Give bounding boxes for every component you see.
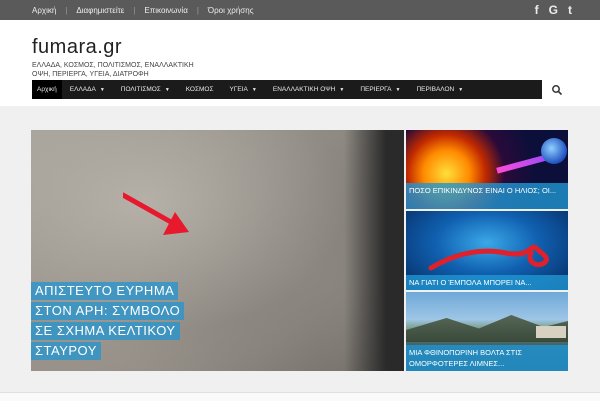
- red-arrow-graphic: [123, 192, 189, 235]
- google-plus-icon[interactable]: G: [549, 0, 558, 20]
- facebook-icon[interactable]: f: [535, 0, 539, 20]
- nav-item-health[interactable]: ΥΓΕΙΑ ▼: [222, 80, 265, 99]
- nav-label: Αρχική: [37, 86, 57, 93]
- caret-down-icon: ▼: [395, 86, 401, 93]
- nav-item-culture[interactable]: ΠΟΛΙΤΙΣΜΟΣ ▼: [113, 80, 178, 99]
- featured-title-line: ΑΠΙΣΤΕΥΤΟ ΕΥΡΗΜΑ: [31, 282, 179, 300]
- nav-label: ΕΛΛΑΔΑ: [69, 86, 96, 93]
- nav-item-alternative[interactable]: ΕΝΑΛΛΑΚΤΙΚΗ ΟΨΗ ▼: [265, 80, 352, 99]
- nav-item-home[interactable]: Αρχική: [32, 80, 62, 99]
- caret-down-icon: ▼: [99, 86, 105, 93]
- featured-title-line: ΣΤΟΝ ΑΡΗ: ΣΥΜΒΟΛΟ: [31, 302, 185, 320]
- side-post-ebola[interactable]: ΝΑ ΓΙΑΤΙ Ο ΈΜΠΟΛΑ ΜΠΟΡΕΙ ΝΑ...: [406, 211, 568, 290]
- nav-item-world[interactable]: ΚΟΣΜΟΣ: [178, 80, 222, 99]
- nav-label: ΠΕΡΙΒΑΛΟΝ: [416, 86, 455, 93]
- separator: |: [133, 5, 136, 15]
- search-icon[interactable]: [551, 84, 563, 96]
- separator: |: [65, 5, 68, 15]
- side-post-lakes[interactable]: ΜΙΑ ΦΘΙΝΟΠΩΡΙΝΗ ΒΟΛΤΑ ΣΤΙΣ ΟΜΟΡΦΟΤΕΡΕΣ Λ…: [406, 292, 568, 371]
- side-post-title: ΜΙΑ ΦΘΙΝΟΠΩΡΙΝΗ ΒΟΛΤΑ ΣΤΙΣ ΟΜΟΡΦΟΤΕΡΕΣ Λ…: [406, 345, 568, 371]
- separator: |: [196, 5, 199, 15]
- top-link-terms[interactable]: Όροι χρήσης: [208, 6, 254, 15]
- nav-label: ΥΓΕΙΑ: [229, 86, 248, 93]
- nav-item-curious[interactable]: ΠΕΡΙΕΡΓΑ ▼: [352, 80, 408, 99]
- top-link-advertise[interactable]: Διαφημιστείτε: [76, 6, 124, 15]
- top-links: Αρχική | Διαφημιστείτε | Επικοινωνία | Ό…: [32, 0, 254, 20]
- featured-title-line: ΣΤΑΥΡΟΥ: [31, 342, 101, 360]
- side-post-title: ΠΟΣΟ ΕΠΙΚΙΝΔΥΝΟΣ ΕΙΝΑΙ Ο ΗΛΙΟΣ; ΟΙ...: [406, 183, 568, 209]
- nav-item-greece[interactable]: ΕΛΛΑΔΑ ▼: [62, 80, 113, 99]
- nav-item-environment[interactable]: ΠΕΡΙΒΑΛΟΝ ▼: [408, 80, 471, 99]
- nav-label: ΕΝΑΛΛΑΚΤΙΚΗ ΟΨΗ: [272, 86, 336, 93]
- site-logo[interactable]: fumara.gr: [32, 36, 122, 59]
- caret-down-icon: ▼: [251, 86, 257, 93]
- top-bar: Αρχική | Διαφημιστείτε | Επικοινωνία | Ό…: [0, 0, 600, 20]
- virus-graphic: [428, 244, 549, 271]
- nav-label: ΠΕΡΙΕΡΓΑ: [360, 86, 392, 93]
- featured-post-title[interactable]: ΑΠΙΣΤΕΥΤΟ ΕΥΡΗΜΑ ΣΤΟΝ ΑΡΗ: ΣΥΜΒΟΛΟ ΣΕ ΣΧ…: [31, 282, 251, 362]
- main-nav: Αρχική ΕΛΛΑΔΑ ▼ ΠΟΛΙΤΙΣΜΟΣ ▼ ΚΟΣΜΟΣ ΥΓΕΙΑ ▼…: [32, 80, 542, 99]
- caret-down-icon: ▼: [164, 86, 170, 93]
- side-post-title: ΝΑ ΓΙΑΤΙ Ο ΈΜΠΟΛΑ ΜΠΟΡΕΙ ΝΑ...: [406, 275, 568, 290]
- nav-label: ΚΟΣΜΟΣ: [185, 86, 214, 93]
- nav-label: ΠΟΛΙΤΙΣΜΟΣ: [120, 86, 161, 93]
- top-link-home[interactable]: Αρχική: [32, 6, 56, 15]
- caret-down-icon: ▼: [458, 86, 464, 93]
- side-post-sun[interactable]: ΠΟΣΟ ΕΠΙΚΙΝΔΥΝΟΣ ΕΙΝΑΙ Ο ΗΛΙΟΣ; ΟΙ...: [406, 130, 568, 209]
- top-link-contact[interactable]: Επικοινωνία: [144, 6, 187, 15]
- social-links: f G t: [535, 0, 572, 20]
- caret-down-icon: ▼: [339, 86, 345, 93]
- twitter-icon[interactable]: t: [568, 0, 572, 20]
- featured-title-line: ΣΕ ΣΧΗΜΑ ΚΕΛΤΙΚΟΥ: [31, 322, 180, 340]
- site-tagline: ΕΛΛΑΔΑ, ΚΟΣΜΟΣ, ΠΟΛΙΤΙΣΜΟΣ, ΕΝΑΛΛΑΚΤΙΚΗ …: [32, 62, 194, 78]
